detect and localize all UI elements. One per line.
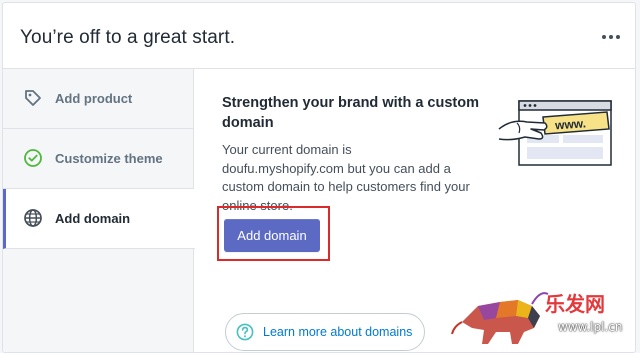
card-header: You’re off to a great start. xyxy=(3,3,635,69)
task-description: Your current domain is doufu.myshopify.c… xyxy=(222,142,470,213)
sidebar-item-label: Add domain xyxy=(55,211,131,226)
task-heading: Strengthen your brand with a custom doma… xyxy=(222,95,479,131)
watermark-brand: 乐发网 xyxy=(545,292,605,316)
page-title: You’re off to a great start. xyxy=(20,27,236,48)
sidebar-item-add-domain[interactable]: Add domain xyxy=(3,189,195,249)
domain-illustration: www. xyxy=(498,100,612,166)
more-actions-button[interactable] xyxy=(599,25,623,47)
watermark-url: www.lpl.cn xyxy=(558,320,623,334)
sidebar-item-label: Customize theme xyxy=(55,151,163,166)
learn-more-button[interactable]: Learn more about domains xyxy=(225,313,425,351)
illustration-text: www. xyxy=(554,116,587,132)
learn-more-label: Learn more about domains xyxy=(263,325,413,339)
dot-icon xyxy=(602,35,606,39)
sidebar-item-add-product[interactable]: Add product xyxy=(3,69,194,129)
globe-icon xyxy=(23,208,43,228)
sidebar-item-customize-theme[interactable]: Customize theme xyxy=(3,129,194,189)
tag-icon xyxy=(23,88,43,108)
add-domain-button[interactable]: Add domain xyxy=(224,219,320,252)
bull-logo-watermark xyxy=(451,292,549,344)
dot-icon xyxy=(616,35,620,39)
check-circle-icon xyxy=(23,148,43,168)
task-sidebar: Add product Customize theme Add domain xyxy=(3,69,195,352)
question-circle-icon xyxy=(236,323,254,341)
dot-icon xyxy=(609,35,613,39)
sidebar-item-label: Add product xyxy=(55,91,133,106)
